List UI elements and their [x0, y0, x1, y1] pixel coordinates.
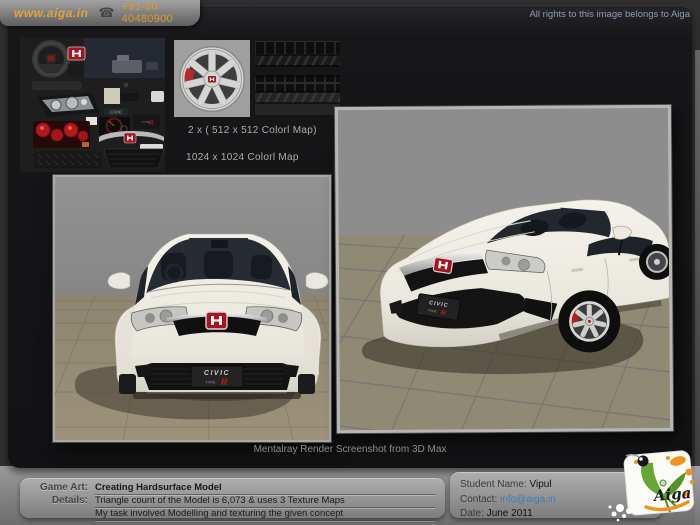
render-caption: Mentalray Render Screenshot from 3D Max: [253, 444, 447, 455]
mesh-grille-texture: [103, 148, 165, 169]
taillight-texture: [33, 121, 90, 148]
tire-texture-image: [255, 41, 340, 115]
contact-header-bar: www.aiga.in ☎ +91-80-40480900: [0, 0, 200, 26]
contact-label: Contact:: [460, 493, 498, 505]
website-link[interactable]: www.aiga.in: [14, 6, 88, 20]
render-three-quarter-view-image: CIVIC TYPE R: [334, 104, 674, 434]
trim-bar-texture: [32, 81, 82, 90]
aiga-logo: Aiga: [606, 450, 700, 524]
details-value: Triangle count of the Model is 6,073 & u…: [95, 495, 435, 508]
map-512-label: 2 x ( 512 x 512 Colorl Map): [188, 125, 317, 136]
details-label-spacer: [24, 508, 88, 521]
console-part-texture: [68, 64, 84, 75]
game-art-value: Creating Hardsurface Model: [95, 482, 435, 495]
portfolio-page: All rights to this image belongs to Aiga…: [0, 0, 700, 525]
student-name-label: Student Name:: [460, 479, 527, 490]
date-value: June 2011: [486, 508, 533, 519]
student-name-value: Vipul: [529, 479, 552, 490]
typer-badge-texture: TYPE R: [133, 115, 160, 129]
svg-text:R: R: [440, 310, 446, 318]
honda-badge-texture: [67, 46, 86, 61]
date-label: Date:: [460, 508, 484, 519]
contact-email-link[interactable]: info@aiga.in: [500, 494, 556, 505]
beige-swatch-texture: [104, 88, 120, 104]
wheel-texture-image: [174, 40, 250, 117]
honda-badge-icon: [205, 311, 228, 330]
dashboard-texture: [84, 38, 165, 78]
svg-text:R: R: [149, 121, 154, 127]
phone-number: +91-80-40480900: [121, 1, 173, 25]
svg-text:CIVIC: CIVIC: [204, 370, 230, 377]
civic-chrome-word-texture: CIVIC: [104, 108, 128, 115]
floor-mat-texture: [34, 151, 102, 168]
svg-text:TYPE: TYPE: [205, 380, 216, 385]
map-1024-label: 1024 x 1024 Colorl Map: [186, 152, 299, 163]
honda-center-cap: [208, 76, 216, 83]
honda-badge-icon: [432, 256, 454, 274]
texture-atlas-image: CIVIC TYPE R: [20, 38, 165, 172]
details-label: Details:: [51, 495, 88, 506]
svg-text:R: R: [221, 377, 228, 387]
license-plate: CIVIC TYPE R: [190, 365, 244, 388]
render-front-view-image: CIVIC TYPE R: [53, 175, 331, 442]
rights-notice: All rights to this image belongs to Aiga: [529, 9, 690, 20]
knob-texture: [123, 82, 129, 88]
front-wheel: [558, 290, 621, 353]
game-art-label: Game Art:: [40, 482, 88, 493]
svg-text:CIVIC: CIVIC: [110, 110, 123, 115]
project-info-panel: Game Art: Creating Hardsurface Model Det…: [20, 478, 445, 521]
phone-icon: ☎: [98, 5, 115, 20]
details-value-2: My task involved Modelling and texturing…: [95, 508, 435, 521]
